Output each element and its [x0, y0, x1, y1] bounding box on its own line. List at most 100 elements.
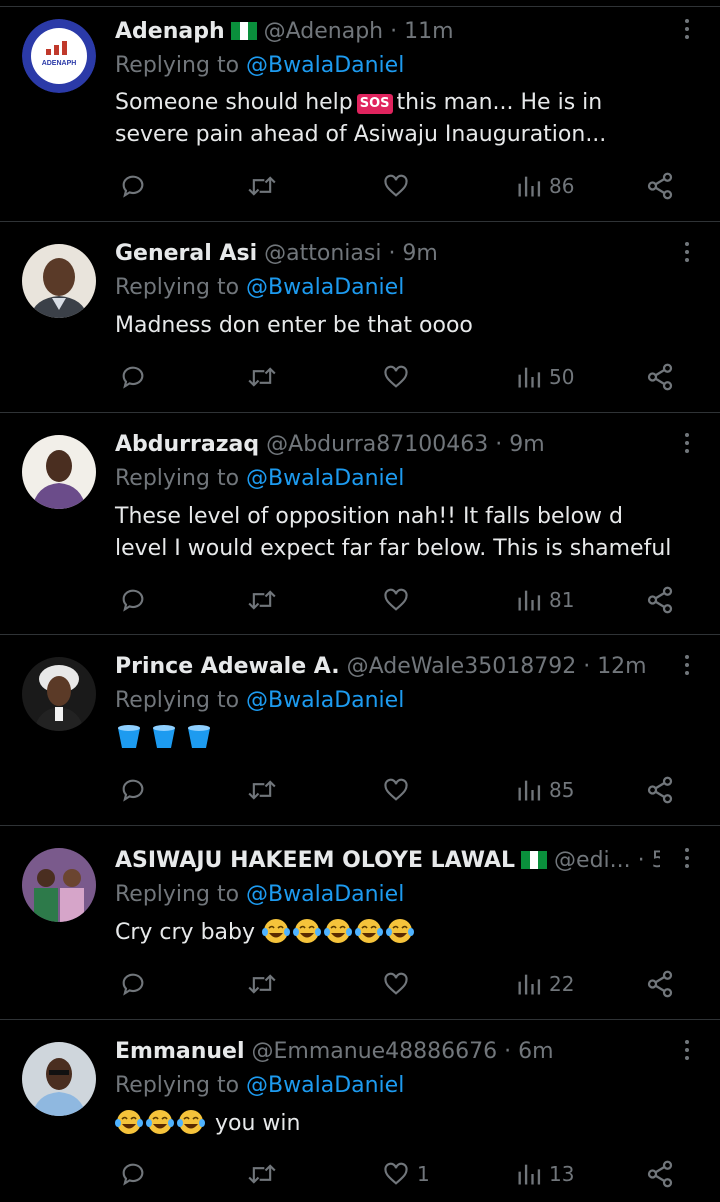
retweet-icon [245, 1160, 279, 1188]
reply-mention-link[interactable]: @BwalaDaniel [246, 688, 404, 713]
views-button[interactable]: 81 [515, 585, 574, 615]
views-icon [515, 363, 543, 391]
retweet-button[interactable] [245, 171, 279, 201]
share-button[interactable] [645, 585, 675, 615]
view-count: 86 [549, 174, 575, 198]
tweet-item[interactable]: ASIWAJU HAKEEM OLOYE LAWAL @edi... · 5m … [0, 825, 720, 1019]
like-button[interactable] [381, 775, 411, 805]
laughing-emoji-group [115, 1110, 208, 1136]
display-name[interactable]: Abdurrazaq [115, 432, 259, 457]
reply-mention-link[interactable]: @BwalaDaniel [246, 275, 404, 300]
nigeria-flag-icon [521, 848, 548, 869]
retweet-button[interactable] [245, 969, 279, 999]
timestamp[interactable]: · 9m [388, 241, 437, 266]
reply-button[interactable] [119, 171, 147, 201]
user-handle[interactable]: @edi... [554, 848, 631, 873]
display-name[interactable]: ASIWAJU HAKEEM OLOYE LAWAL [115, 848, 515, 873]
like-count: 1 [417, 1162, 430, 1186]
view-count: 50 [549, 365, 575, 389]
views-button[interactable]: 22 [515, 969, 574, 999]
user-handle[interactable]: @Emmanue48886676 [252, 1039, 498, 1064]
retweet-button[interactable] [245, 585, 279, 615]
reply-mention-link[interactable]: @BwalaDaniel [246, 882, 404, 907]
share-button[interactable] [645, 775, 675, 805]
like-button[interactable] [381, 171, 411, 201]
reply-button[interactable] [119, 585, 147, 615]
display-name[interactable]: Adenaph [115, 19, 225, 44]
display-name[interactable]: Prince Adewale A. [115, 654, 340, 679]
share-icon [645, 171, 675, 201]
timestamp[interactable]: · 9m [495, 432, 544, 457]
like-button[interactable] [381, 585, 411, 615]
more-options-icon[interactable] [682, 433, 692, 457]
logo-text: ADENAPH [42, 60, 77, 67]
views-icon [515, 586, 543, 614]
share-button[interactable] [645, 362, 675, 392]
display-name[interactable]: General Asi [115, 241, 257, 266]
reply-button[interactable] [119, 1159, 147, 1189]
retweet-icon [245, 776, 279, 804]
user-handle[interactable]: @Adenaph [264, 19, 384, 44]
more-options-icon[interactable] [682, 242, 692, 266]
action-bar: 86 [115, 171, 675, 201]
reply-mention-link[interactable]: @BwalaDaniel [246, 466, 404, 491]
user-handle[interactable]: @AdeWale35018792 [347, 654, 577, 679]
display-name[interactable]: Emmanuel [115, 1039, 245, 1064]
retweet-icon [245, 586, 279, 614]
tweet-header: Prince Adewale A. @AdeWale35018792 · 12m [115, 652, 660, 682]
timestamp[interactable]: · 11m [390, 19, 453, 44]
share-button[interactable] [645, 969, 675, 999]
user-handle[interactable]: @Abdurra87100463 [266, 432, 488, 457]
reply-mention-link[interactable]: @BwalaDaniel [246, 53, 404, 78]
reply-button[interactable] [119, 362, 147, 392]
more-options-icon[interactable] [682, 19, 692, 43]
action-bar: 22 [115, 969, 675, 999]
tweet-item[interactable]: ADENAPH Adenaph @Adenaph · 11m Replying … [0, 6, 720, 221]
action-bar: 81 [115, 585, 675, 615]
retweet-button[interactable] [245, 362, 279, 392]
tweet-text: Madness don enter be that oooo [115, 313, 473, 338]
reply-button[interactable] [119, 775, 147, 805]
like-button[interactable] [381, 969, 411, 999]
avatar[interactable] [22, 657, 96, 731]
more-options-icon[interactable] [682, 1040, 692, 1064]
view-count: 22 [549, 972, 575, 996]
heart-icon [381, 363, 411, 391]
more-options-icon[interactable] [682, 655, 692, 679]
views-icon [515, 172, 543, 200]
share-button[interactable] [645, 171, 675, 201]
like-button[interactable]: 1 [381, 1159, 430, 1189]
tweet-item[interactable]: Prince Adewale A. @AdeWale35018792 · 12m… [0, 634, 720, 825]
user-handle[interactable]: @attoniasi [264, 241, 381, 266]
reply-prefix: Replying to [115, 466, 240, 491]
tweet-item[interactable]: General Asi @attoniasi · 9m Replying to … [0, 221, 720, 412]
share-button[interactable] [645, 1159, 675, 1189]
timestamp[interactable]: · 5m [638, 848, 660, 873]
views-button[interactable]: 50 [515, 362, 574, 392]
views-button[interactable]: 85 [515, 775, 574, 805]
laughing-crying-emoji [177, 1109, 205, 1145]
avatar[interactable] [22, 244, 96, 318]
views-button[interactable]: 86 [515, 171, 574, 201]
avatar[interactable] [22, 1042, 96, 1116]
views-button[interactable]: 13 [515, 1159, 574, 1189]
like-button[interactable] [381, 362, 411, 392]
avatar[interactable] [22, 848, 96, 922]
tweet-header: Emmanuel @Emmanue48886676 · 6m [115, 1037, 660, 1067]
laughing-crying-emoji [262, 918, 291, 954]
timestamp[interactable]: · 6m [504, 1039, 553, 1064]
reply-button[interactable] [119, 969, 147, 999]
more-options-icon[interactable] [682, 848, 692, 872]
action-bar: 85 [115, 775, 675, 805]
laughing-crying-emoji [293, 918, 322, 954]
tweet-item[interactable]: Emmanuel @Emmanue48886676 · 6m Replying … [0, 1019, 720, 1202]
action-bar: 1 13 [115, 1159, 675, 1189]
tweet-item[interactable]: Abdurrazaq @Abdurra87100463 · 9m Replyin… [0, 412, 720, 634]
reply-mention-link[interactable]: @BwalaDaniel [246, 1073, 404, 1098]
avatar[interactable]: ADENAPH [22, 19, 96, 93]
avatar[interactable] [22, 435, 96, 509]
retweet-button[interactable] [245, 775, 279, 805]
tweet-text: Cry cry baby [115, 917, 680, 954]
timestamp[interactable]: · 12m [583, 654, 646, 679]
retweet-button[interactable] [245, 1159, 279, 1189]
